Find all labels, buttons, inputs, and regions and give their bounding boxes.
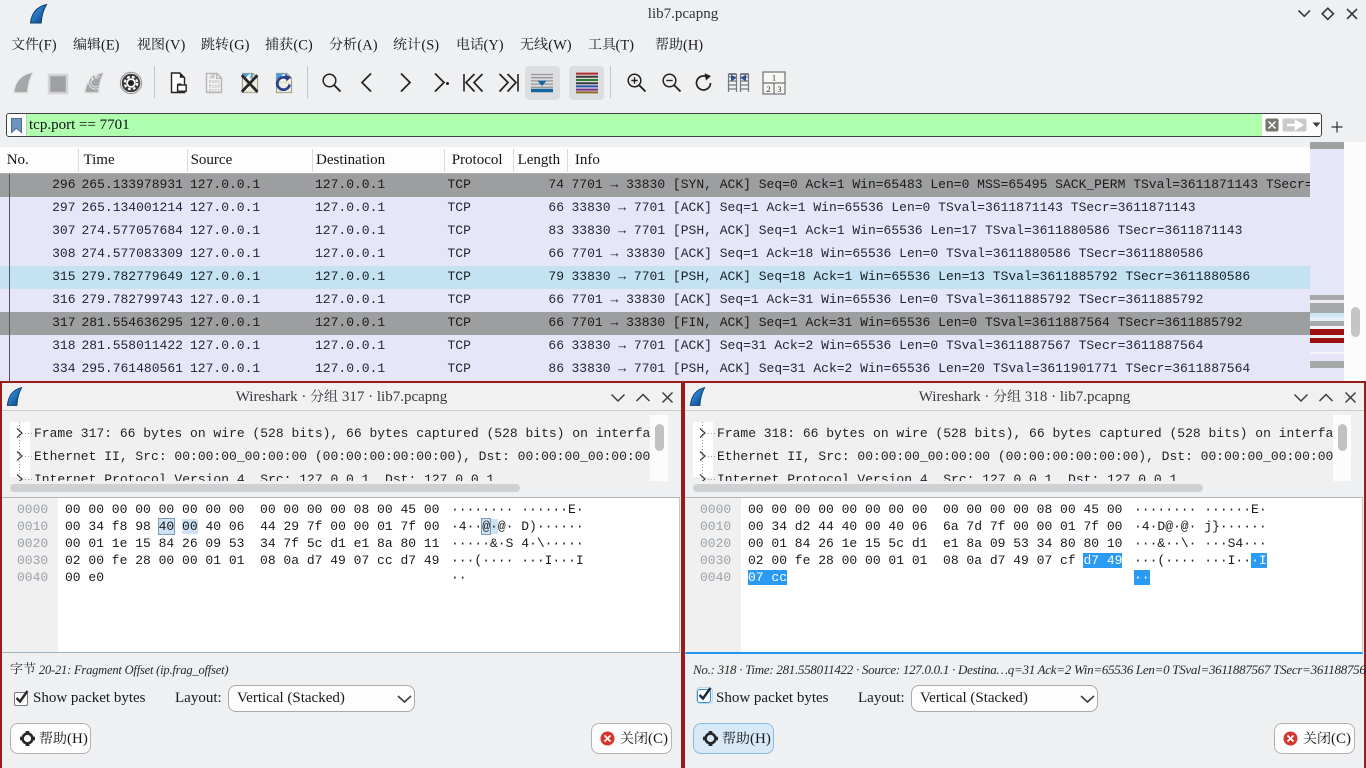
svg-text:0111: 0111 [209, 88, 221, 94]
svg-text:3: 3 [778, 85, 782, 94]
svg-text:1: 1 [772, 74, 776, 83]
svg-text:2: 2 [767, 85, 771, 94]
